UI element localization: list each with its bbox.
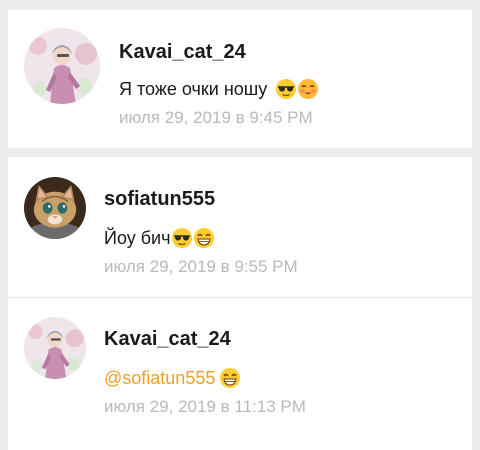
comment-text-body: Я тоже очки ношу [119, 78, 268, 99]
avatar[interactable] [24, 28, 100, 104]
avatar[interactable] [24, 317, 86, 379]
divider [8, 297, 472, 298]
comment-username[interactable]: Kavai_cat_24 [104, 328, 231, 351]
grinning-face-icon [193, 227, 215, 249]
comment-timestamp: июля 29, 2019 в 11:13 PM [104, 397, 306, 416]
comment-username[interactable]: sofiatun555 [104, 188, 215, 211]
grinning-face-icon [219, 367, 241, 389]
sunglasses-face-icon [275, 78, 297, 100]
comment-card: Kavai_cat_24 Я тоже очки ношу июля 29, 2… [8, 10, 472, 148]
comment-text-body: Йоу бич [104, 227, 171, 248]
comment-thread-card: sofiatun555 Йоу бич июля 29, 2019 в 9:55… [8, 157, 472, 450]
comment-text: Я тоже очки ношу [119, 78, 319, 100]
comment-username[interactable]: Kavai_cat_24 [119, 41, 246, 64]
blushing-face-icon [297, 78, 319, 100]
comment-timestamp: июля 29, 2019 в 9:55 PM [104, 257, 298, 276]
comment-text: @sofiatun555 [104, 367, 241, 389]
comment-text: Йоу бич [104, 227, 215, 249]
comment-timestamp: июля 29, 2019 в 9:45 PM [119, 108, 313, 127]
sunglasses-face-icon [171, 227, 193, 249]
avatar[interactable] [24, 177, 86, 239]
mention-link[interactable]: @sofiatun555 [104, 368, 215, 389]
